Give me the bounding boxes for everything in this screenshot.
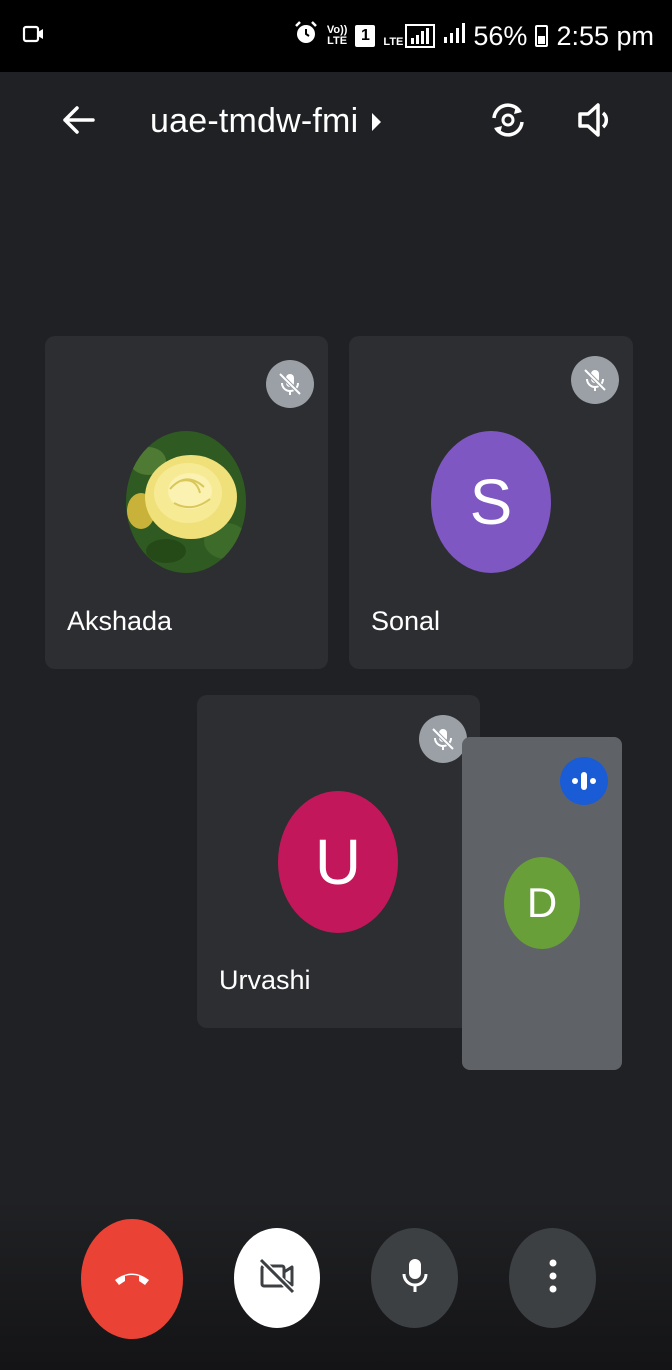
camera-toggle-button[interactable] <box>234 1228 320 1328</box>
participant-name: Akshada <box>67 606 173 636</box>
speaking-indicator-icon <box>560 757 608 805</box>
meeting-info-button[interactable]: uae-tmdw-fmi <box>150 102 382 141</box>
mic-off-icon <box>571 356 619 404</box>
microphone-button[interactable] <box>371 1228 458 1328</box>
avatar-photo <box>126 431 246 573</box>
screen-record-icon <box>22 23 46 50</box>
alarm-icon <box>293 20 319 53</box>
participant-name: Urvashi <box>219 965 311 995</box>
meeting-code: uae-tmdw-fmi <box>150 102 359 140</box>
mic-off-icon <box>266 360 314 408</box>
avatar: D <box>504 857 580 949</box>
lte-label: LTE <box>383 36 404 48</box>
battery-icon <box>535 25 549 47</box>
switch-camera-button[interactable] <box>482 96 534 148</box>
more-options-button[interactable] <box>509 1228 596 1328</box>
microphone-icon <box>400 1256 430 1301</box>
more-vert-icon <box>548 1258 558 1299</box>
volte-label-bottom: LTE <box>327 35 348 47</box>
yellow-rose-image <box>126 431 246 573</box>
status-time: 2:55 pm <box>556 20 654 51</box>
switch-camera-icon <box>486 98 530 147</box>
participant-tile-akshada[interactable]: Akshada <box>45 336 328 669</box>
self-view-tile[interactable]: D <box>462 737 622 1070</box>
participant-tile-sonal[interactable]: S Sonal <box>349 336 633 669</box>
call-controls <box>0 1200 672 1370</box>
speaker-icon <box>574 100 614 145</box>
sim-1-icon: 1 <box>355 25 376 47</box>
speaker-button[interactable] <box>568 96 620 148</box>
signal-icon <box>443 21 466 52</box>
status-bar: Vo)) LTE 1 LTE 56% 2:55 pm <box>0 0 672 72</box>
call-toolbar: uae-tmdw-fmi <box>0 72 672 172</box>
lte-signal-icon: LTE <box>383 24 436 48</box>
play-arrow-icon <box>372 112 382 131</box>
end-call-icon <box>112 1267 152 1292</box>
meet-call-screen: Vo)) LTE 1 LTE 56% 2:55 pm uae-tmdw-fmi … <box>0 0 672 1370</box>
participant-tile-urvashi[interactable]: U Urvashi <box>197 695 480 1028</box>
back-button[interactable] <box>54 98 102 146</box>
avatar: U <box>278 791 398 933</box>
mic-off-icon <box>419 715 467 763</box>
battery-percent: 56% <box>473 20 528 51</box>
end-call-button[interactable] <box>81 1219 183 1339</box>
arrow-left-icon <box>61 105 95 140</box>
camera-off-icon <box>257 1256 297 1301</box>
participant-name: Sonal <box>371 606 441 636</box>
avatar: S <box>431 431 551 573</box>
volte-icon: Vo)) LTE <box>327 25 348 47</box>
